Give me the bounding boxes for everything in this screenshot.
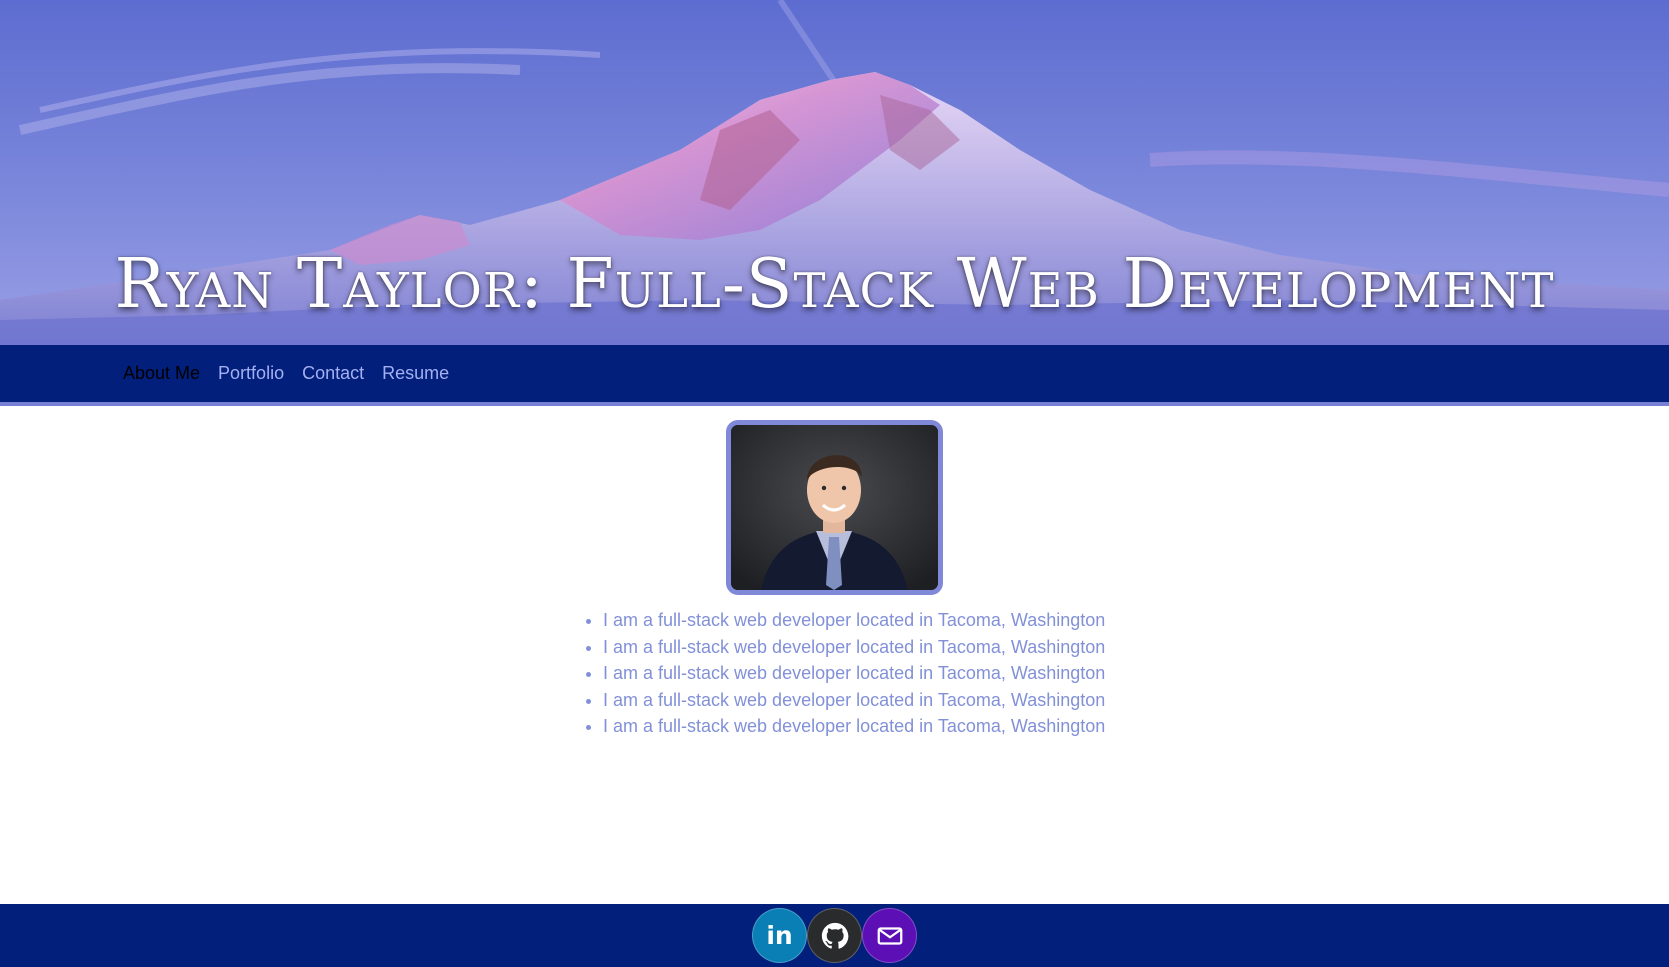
linkedin-link[interactable]: in bbox=[752, 908, 807, 963]
about-me-list: I am a full-stack web developer located … bbox=[603, 607, 1105, 740]
footer: in bbox=[0, 904, 1669, 967]
list-item: I am a full-stack web developer located … bbox=[603, 687, 1105, 714]
nav-item-about-me[interactable]: About Me bbox=[123, 363, 200, 384]
nav-item-portfolio[interactable]: Portfolio bbox=[218, 363, 284, 384]
hero-banner: Ryan Taylor: Full-Stack Web Development bbox=[0, 0, 1669, 345]
list-item: I am a full-stack web developer located … bbox=[603, 660, 1105, 687]
list-item: I am a full-stack web developer located … bbox=[603, 607, 1105, 634]
social-links: in bbox=[752, 908, 917, 963]
envelope-icon bbox=[877, 926, 902, 945]
github-icon bbox=[821, 922, 848, 949]
profile-photo bbox=[726, 420, 943, 595]
list-item: I am a full-stack web developer located … bbox=[603, 713, 1105, 740]
list-item: I am a full-stack web developer located … bbox=[603, 634, 1105, 661]
nav-list: About Me Portfolio Contact Resume bbox=[123, 363, 467, 384]
site-title: Ryan Taylor: Full-Stack Web Development bbox=[114, 245, 1555, 324]
github-link[interactable] bbox=[807, 908, 862, 963]
nav-item-resume[interactable]: Resume bbox=[382, 363, 449, 384]
nav-item-contact[interactable]: Contact bbox=[302, 363, 364, 384]
main-navigation: About Me Portfolio Contact Resume bbox=[0, 345, 1669, 406]
linkedin-icon: in bbox=[766, 921, 793, 950]
portrait-image bbox=[731, 425, 938, 590]
email-link[interactable] bbox=[862, 908, 917, 963]
